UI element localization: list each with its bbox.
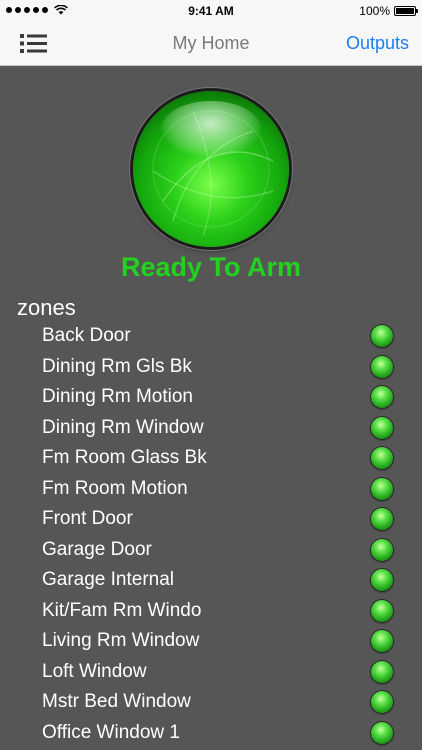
zone-row[interactable]: Office Window 1 — [0, 718, 422, 749]
zone-row[interactable]: Fm Room Glass Bk — [0, 443, 422, 474]
zone-name: Mstr Bed Window — [42, 691, 191, 712]
zone-status-led-icon — [371, 721, 393, 744]
status-bar: 9:41 AM 100% — [0, 0, 422, 22]
zone-name: Garage Internal — [42, 569, 175, 590]
zone-row[interactable]: Dining Rm Gls Bk — [0, 352, 422, 383]
app-screen: 9:41 AM 100% My Home Outputs Ready To Ar… — [0, 0, 422, 750]
zone-row[interactable]: Loft Window — [0, 657, 422, 688]
outputs-button[interactable]: Outputs — [346, 33, 409, 54]
zone-name: Dining Rm Window — [42, 416, 204, 438]
zone-status-led-icon — [371, 355, 393, 378]
zone-name: Fm Room Motion — [42, 477, 188, 499]
zone-row[interactable]: Garage Internal — [0, 565, 422, 596]
zone-status-led-icon — [371, 691, 393, 713]
zone-row[interactable]: Mstr Bed Window — [0, 687, 422, 718]
zone-row[interactable]: Dining Rm Window — [0, 413, 422, 444]
orb-highlight — [161, 101, 261, 157]
zone-row[interactable]: Kit/Fam Rm Windo — [0, 596, 422, 627]
zone-name: Dining Rm Motion — [42, 386, 193, 407]
zone-status-led-icon — [371, 447, 393, 469]
arm-status-orb-button[interactable] — [133, 91, 289, 247]
zone-name: Office Window 1 — [42, 721, 180, 743]
zone-name: Front Door — [42, 508, 133, 529]
zone-row[interactable]: Back Door — [0, 321, 422, 352]
zone-name: Living Rm Window — [42, 630, 200, 651]
zones-list: Back Door Dining Rm Gls Bk Dining Rm Mot… — [0, 321, 422, 748]
zone-row[interactable]: Front Door — [0, 504, 422, 535]
zone-status-led-icon — [371, 630, 393, 652]
zone-name: Fm Room Glass Bk — [42, 447, 207, 468]
zone-status-led-icon — [371, 477, 393, 500]
battery-percent: 100% — [359, 4, 390, 18]
zone-name: Loft Window — [42, 660, 147, 682]
battery-icon — [394, 6, 418, 16]
zone-status-led-icon — [371, 386, 393, 408]
zone-row[interactable]: Living Rm Window — [0, 626, 422, 657]
zone-status-led-icon — [371, 508, 393, 530]
zone-name: Garage Door — [42, 538, 152, 560]
zone-name: Back Door — [42, 325, 131, 346]
zone-row[interactable]: Fm Room Motion — [0, 474, 422, 505]
zone-name: Dining Rm Gls Bk — [42, 355, 192, 377]
zone-name: Kit/Fam Rm Windo — [42, 599, 202, 621]
zone-row[interactable]: Dining Rm Motion — [0, 382, 422, 413]
zone-status-led-icon — [371, 569, 393, 591]
zone-status-led-icon — [371, 538, 393, 561]
navigation-bar: My Home Outputs — [0, 22, 422, 66]
zone-status-led-icon — [371, 599, 393, 622]
arm-status-label: Ready To Arm — [120, 252, 302, 282]
zone-row[interactable]: Garage Door — [0, 535, 422, 566]
zone-status-led-icon — [371, 416, 393, 439]
zone-status-led-icon — [371, 325, 393, 347]
status-orb[interactable] — [133, 91, 289, 247]
zone-status-led-icon — [371, 660, 393, 683]
zones-header: zones — [17, 295, 76, 320]
